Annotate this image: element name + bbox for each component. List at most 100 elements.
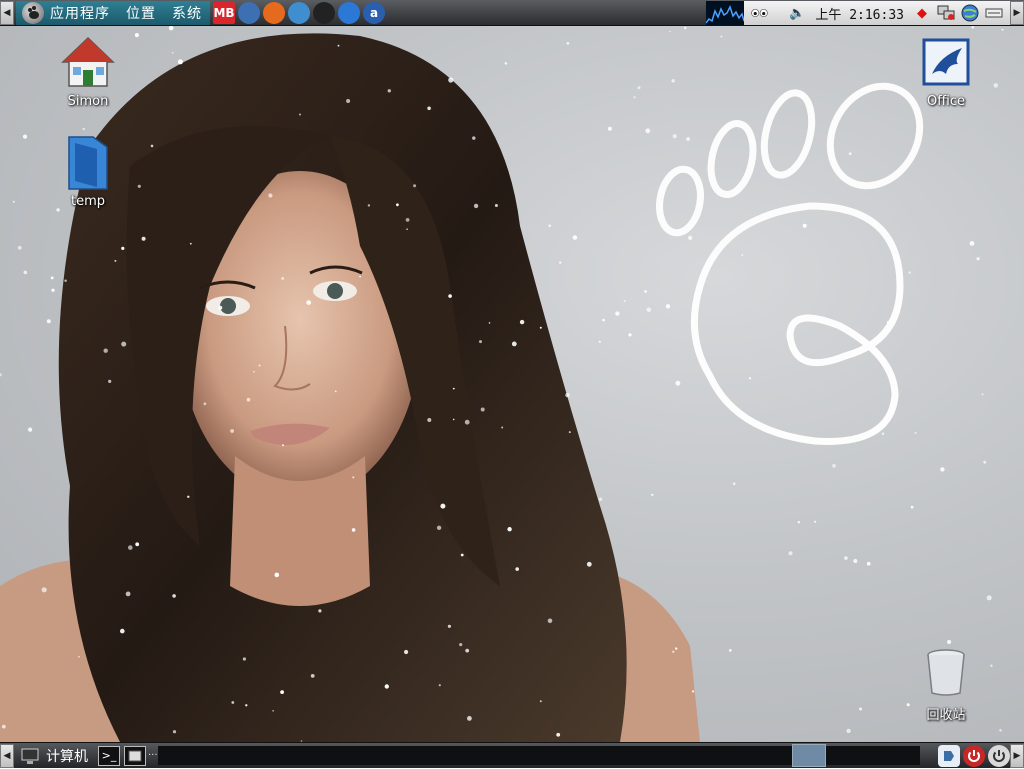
logout-button[interactable] bbox=[938, 745, 960, 767]
panel-drag-handle[interactable]: ··· bbox=[148, 750, 158, 761]
clock[interactable]: 上午 2:16:33 bbox=[815, 4, 904, 23]
computer-label: 计算机 bbox=[46, 748, 88, 765]
snowflake bbox=[17, 245, 22, 250]
snowflake bbox=[467, 716, 472, 721]
show-desktop-button[interactable] bbox=[124, 745, 146, 766]
power-button[interactable] bbox=[963, 745, 985, 767]
snowflake bbox=[675, 647, 678, 650]
keyboard-icon[interactable] bbox=[985, 4, 1003, 22]
desktop-icon-label: Office bbox=[927, 94, 965, 109]
snowflake bbox=[230, 429, 235, 433]
snowflake bbox=[519, 319, 525, 325]
firefox-icon[interactable] bbox=[263, 1, 285, 24]
snowflake bbox=[150, 144, 154, 148]
snowflake bbox=[808, 122, 811, 125]
bottom-panel-hide-right-button[interactable]: ▶ bbox=[1010, 744, 1024, 768]
snowflake bbox=[615, 311, 620, 316]
system-monitor-graph[interactable] bbox=[706, 1, 745, 25]
snowflake bbox=[565, 392, 570, 398]
amsn-icon[interactable]: a bbox=[363, 1, 385, 24]
snowflake bbox=[556, 732, 561, 737]
desktop-icon-home[interactable]: Simon bbox=[48, 32, 128, 109]
snowflake bbox=[848, 152, 852, 156]
snowflake bbox=[310, 674, 315, 678]
snowflake bbox=[64, 279, 67, 282]
menu-places[interactable]: 位置 bbox=[126, 3, 156, 23]
download-icon[interactable] bbox=[338, 1, 360, 24]
snowflake bbox=[797, 521, 800, 524]
snowflake bbox=[246, 397, 251, 402]
snowflake bbox=[306, 300, 312, 305]
desktop-icon-temp[interactable]: temp bbox=[48, 132, 128, 209]
browser-icon[interactable] bbox=[238, 1, 260, 24]
snowflake bbox=[820, 320, 823, 323]
eyes-applet-icon[interactable] bbox=[751, 4, 769, 22]
system-tray: 🔈 上午 2:16:33 ◆ ▶ bbox=[706, 0, 1024, 26]
snowflake bbox=[318, 609, 322, 613]
logout-icon bbox=[944, 751, 954, 761]
snowflake bbox=[692, 690, 695, 693]
computer-icon bbox=[21, 748, 39, 764]
menu-system[interactable]: 系统 bbox=[172, 3, 202, 23]
snowflake bbox=[28, 427, 33, 432]
snowflake bbox=[504, 62, 508, 65]
workspace-switcher-active[interactable] bbox=[792, 744, 826, 767]
bottom-panel: ◀ 计算机 >_ ··· ▶ bbox=[0, 742, 1024, 768]
panel-hide-right-button[interactable]: ▶ bbox=[1010, 1, 1024, 25]
desktop-icon-label: Simon bbox=[67, 94, 109, 109]
snowflake bbox=[50, 276, 54, 280]
snowflake bbox=[171, 51, 174, 54]
snowflake bbox=[114, 259, 117, 262]
globe-icon[interactable] bbox=[961, 4, 979, 22]
snowflake bbox=[539, 326, 542, 329]
snowflake bbox=[623, 300, 626, 303]
workspace-switcher-inactive[interactable] bbox=[826, 746, 920, 765]
gnome-foot-icon[interactable] bbox=[22, 1, 44, 24]
computer-menu-button[interactable]: 计算机 bbox=[20, 746, 88, 766]
snowflake bbox=[282, 444, 284, 447]
snowflake bbox=[121, 341, 127, 347]
snowflake bbox=[686, 137, 690, 141]
snowflake bbox=[832, 464, 836, 468]
snowflake bbox=[741, 254, 744, 256]
snowflake bbox=[669, 30, 671, 33]
snowflake bbox=[440, 503, 446, 509]
ruby-icon[interactable]: ◆ bbox=[913, 4, 931, 22]
bottom-panel-hide-left-button[interactable]: ◀ bbox=[0, 743, 14, 768]
snowflake bbox=[384, 684, 389, 689]
snowflake bbox=[494, 204, 498, 207]
snowflake bbox=[447, 624, 451, 628]
snowflake bbox=[646, 307, 652, 313]
shutdown-icon bbox=[993, 750, 1005, 762]
network-status-icon[interactable] bbox=[937, 4, 955, 22]
menu-applications[interactable]: 应用程序 bbox=[50, 3, 110, 23]
snowflake bbox=[405, 218, 410, 222]
snowflake bbox=[351, 528, 356, 532]
main-menu-bar: 应用程序 位置 系统 bbox=[16, 0, 210, 25]
power-icon bbox=[968, 750, 980, 762]
snowflake bbox=[472, 136, 476, 140]
desktop-icon-office[interactable]: Office bbox=[906, 32, 986, 109]
snowflake bbox=[23, 270, 28, 275]
mb-icon[interactable]: MB bbox=[213, 1, 235, 24]
network-icon[interactable] bbox=[288, 1, 310, 24]
snowflake bbox=[128, 545, 133, 550]
snowflake bbox=[231, 701, 235, 704]
shutdown-button[interactable] bbox=[988, 745, 1010, 767]
panel-hide-left-button[interactable]: ◀ bbox=[0, 0, 14, 25]
snowflake bbox=[465, 648, 470, 653]
terminal-launcher-button[interactable]: >_ bbox=[98, 745, 120, 766]
snowflake bbox=[459, 643, 463, 647]
snowflake bbox=[566, 41, 570, 45]
snowflake bbox=[651, 493, 654, 496]
desktop-icon-trash[interactable]: 回收站 bbox=[906, 642, 986, 723]
qq-icon[interactable] bbox=[313, 1, 335, 24]
snowflake bbox=[728, 649, 732, 652]
snowflake bbox=[245, 704, 248, 707]
snowflake bbox=[51, 288, 55, 292]
snowflake bbox=[427, 418, 432, 422]
snowflake bbox=[684, 26, 687, 30]
snowflake bbox=[299, 113, 301, 116]
volume-icon[interactable]: 🔈 bbox=[788, 4, 806, 22]
window-list[interactable] bbox=[158, 746, 792, 765]
